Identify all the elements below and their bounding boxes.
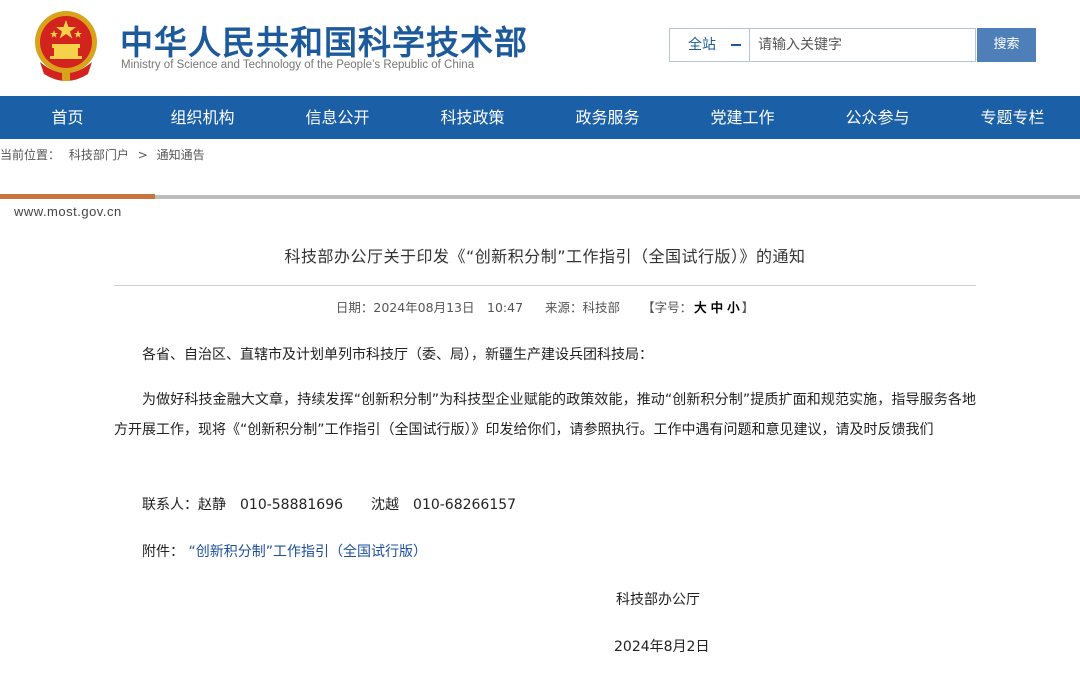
date-label: 日期： [335,300,374,315]
breadcrumb-separator: > [137,148,148,162]
article-meta: 日期：2024年08月13日 10:47 来源：科技部 【字号：大中小】 [114,297,976,316]
site-domain: www.most.gov.cn [14,204,122,219]
title-divider [114,285,976,286]
article-greeting: 各省、自治区、直辖市及计划单列市科技厅（委、局），新疆生产建设兵团科技局： [142,347,653,363]
search-input[interactable] [754,29,977,61]
nav-item-special-topics[interactable]: 专题专栏 [945,96,1080,139]
attachment-link[interactable]: “创新积分制”工作指引（全国试行版） [188,544,427,560]
site-title: 中华人民共和国科学技术部 [120,23,528,62]
article-body: 为做好科技金融大文章，持续发挥“创新积分制”为科技型企业赋能的政策效能，推动“创… [114,392,976,438]
nav-item-info-disclosure[interactable]: 信息公开 [270,96,405,139]
section-divider-accent [0,194,155,199]
attachment-label: 附件： [142,544,184,560]
nav-item-organization[interactable]: 组织机构 [135,96,270,139]
breadcrumb-prefix: 当前位置： [0,148,61,162]
font-size-small-link[interactable]: 小 [727,300,740,315]
nav-item-party-building[interactable]: 党建工作 [675,96,810,139]
source-label: 来源： [545,300,583,315]
article-attachment: 附件： “创新积分制”工作指引（全国试行版） [114,537,976,567]
search-scope-value: 全站 [688,37,716,53]
font-size-label-close: 】 [741,300,755,315]
section-divider [0,195,1080,199]
main-nav: 首页 组织机构 信息公开 科技政策 政务服务 党建工作 公众参与 专题专栏 [0,96,1080,139]
article-signature: 科技部办公厅 [616,592,700,608]
source-value: 科技部 [582,300,621,315]
font-size-medium-link[interactable]: 中 [711,300,724,315]
nav-item-home[interactable]: 首页 [0,96,135,139]
site-subtitle: Ministry of Science and Technology of th… [121,59,475,71]
article-sign-date: 2024年8月2日 [614,639,710,655]
article-title: 科技部办公厅关于印发《“创新积分制”工作指引（全国试行版）》的通知 [284,247,806,266]
breadcrumb-link-portal[interactable]: 科技部门户 [69,148,129,162]
national-emblem-icon[interactable] [30,8,102,84]
search-box: 全站 [669,28,977,62]
date-value: 2024年08月13日 10:47 [373,300,524,315]
breadcrumb-link-notices[interactable]: 通知通告 [157,148,205,162]
nav-item-policy[interactable]: 科技政策 [405,96,540,139]
font-size-large-link[interactable]: 大 [694,300,707,315]
search-scope-select[interactable]: 全站 [670,29,750,61]
nav-item-public-participation[interactable]: 公众参与 [810,96,945,139]
search-button[interactable]: 搜索 [977,28,1036,62]
nav-item-services[interactable]: 政务服务 [540,96,675,139]
dropdown-caret-icon [731,44,741,46]
breadcrumb: 当前位置： 科技部门户 > 通知通告 [0,146,210,163]
article-contact: 联系人：赵静 010-58881696 沈越 010-68266157 [142,497,517,513]
font-size-label-open: 【字号： [642,300,693,315]
site-header: 中华人民共和国科学技术部 Ministry of Science and Tec… [0,0,1080,96]
